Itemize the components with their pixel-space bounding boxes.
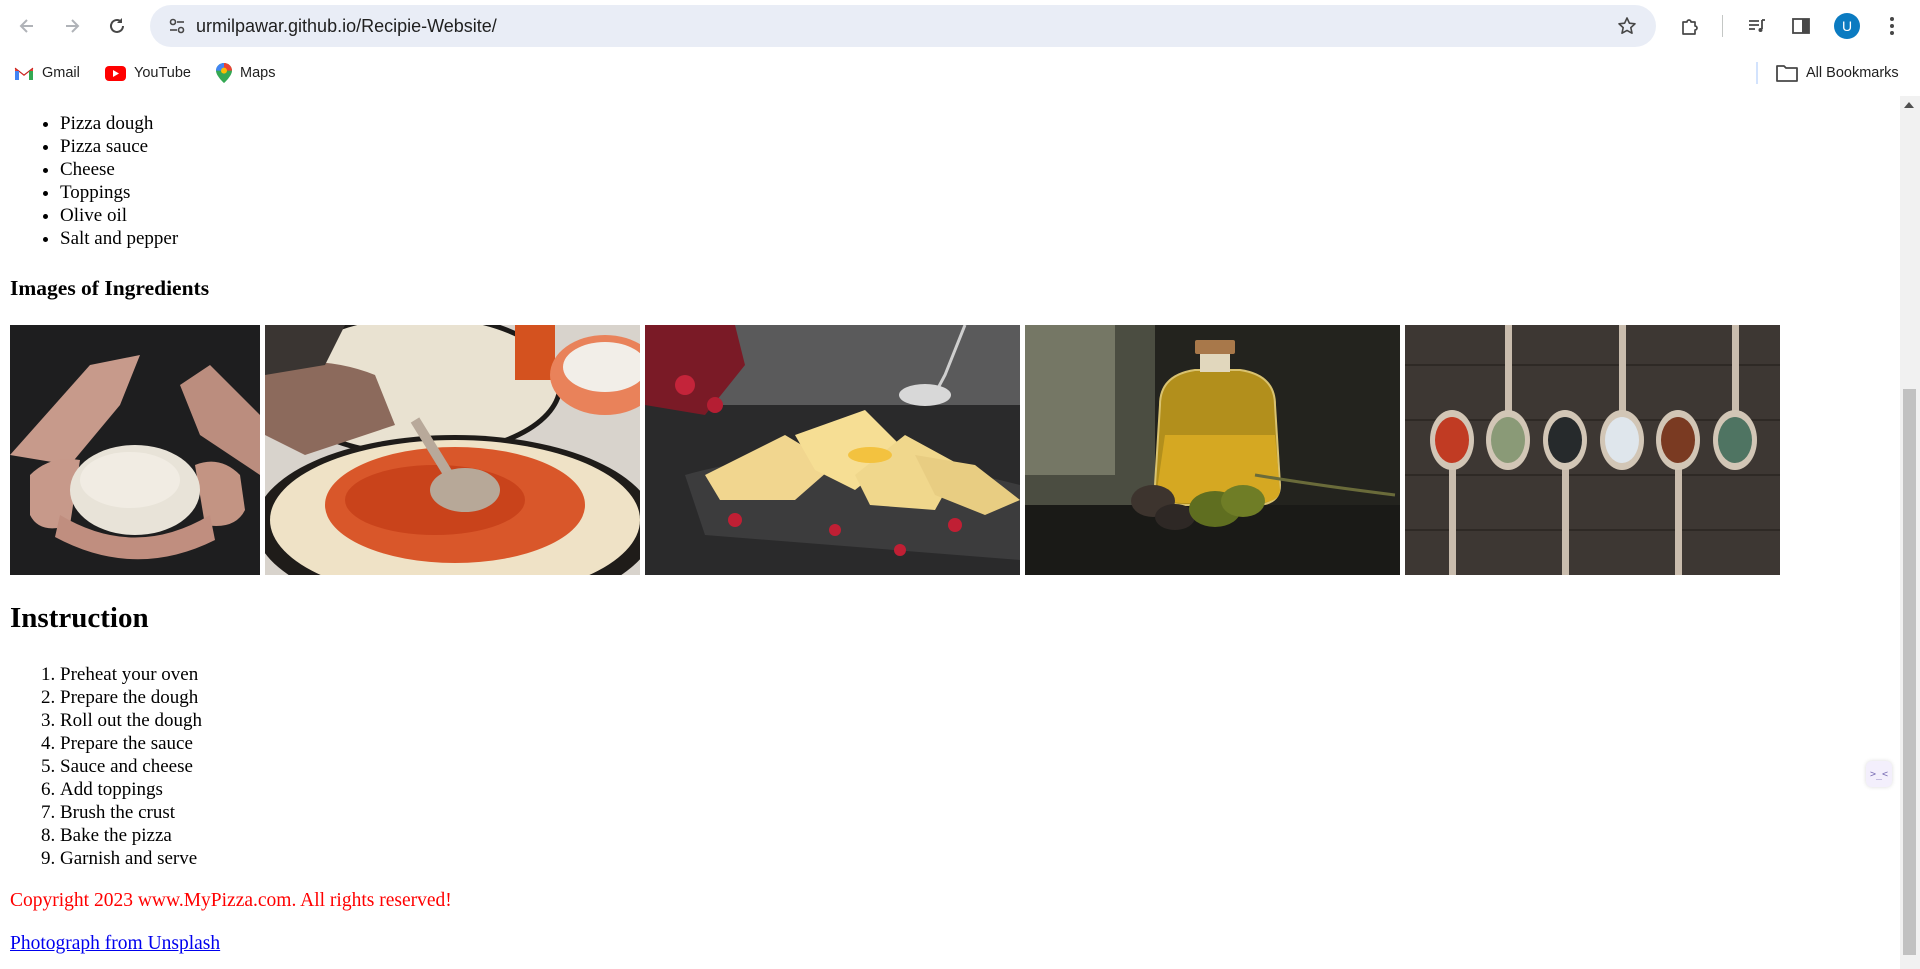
scroll-up-arrow-icon[interactable]: [1904, 102, 1914, 108]
instruction-heading: Instruction: [10, 602, 149, 634]
side-panel-icon: [1792, 18, 1810, 34]
all-bookmarks-label: All Bookmarks: [1806, 65, 1899, 81]
list-item: Olive oil: [60, 204, 178, 227]
list-item: Add toppings: [60, 778, 202, 801]
unsplash-credit-link[interactable]: Photograph from Unsplash: [10, 933, 220, 955]
profile-avatar[interactable]: U: [1834, 13, 1860, 39]
more-vert-icon: [1890, 17, 1894, 35]
bookmark-maps[interactable]: Maps: [216, 62, 275, 84]
bookmark-gmail-label: Gmail: [42, 65, 80, 81]
spices-photo: [1405, 325, 1780, 575]
floating-widget-icon[interactable]: >_<: [1866, 761, 1892, 787]
maps-icon: [216, 63, 232, 83]
pizza-sauce-photo: [265, 325, 640, 575]
star-icon: [1618, 17, 1636, 34]
forward-button[interactable]: [55, 9, 89, 43]
bookmark-star-button[interactable]: [1610, 9, 1644, 43]
media-controls-button[interactable]: [1740, 9, 1774, 43]
list-item: Cheese: [60, 158, 178, 181]
youtube-icon: [105, 65, 126, 81]
bookmarks-divider: [1756, 62, 1758, 84]
list-item: Prepare the sauce: [60, 732, 202, 755]
page-viewport: Pizza dough Pizza sauce Cheese Toppings …: [0, 96, 1900, 969]
list-item: Pizza sauce: [60, 135, 178, 158]
images-heading: Images of Ingredients: [10, 276, 210, 300]
list-item: Toppings: [60, 181, 178, 204]
extensions-button[interactable]: [1673, 9, 1707, 43]
scrollbar-thumb[interactable]: [1903, 389, 1916, 955]
olive-oil-photo: [1025, 325, 1400, 575]
list-item: Bake the pizza: [60, 824, 202, 847]
list-item: Salt and pepper: [60, 227, 178, 250]
tune-icon: [169, 18, 185, 34]
address-bar[interactable]: urmilpawar.github.io/Recipie-Website/: [150, 5, 1656, 47]
arrow-right-icon: [66, 19, 80, 33]
reload-button[interactable]: [100, 9, 134, 43]
list-item: Brush the crust: [60, 801, 202, 824]
url-text[interactable]: urmilpawar.github.io/Recipie-Website/: [196, 16, 497, 37]
instruction-steps: Preheat your oven Prepare the dough Roll…: [60, 663, 202, 870]
back-button[interactable]: [10, 9, 44, 43]
all-bookmarks-button[interactable]: All Bookmarks: [1776, 62, 1899, 84]
list-item: Roll out the dough: [60, 709, 202, 732]
puzzle-icon: [1682, 19, 1698, 35]
list-item: Garnish and serve: [60, 847, 202, 870]
arrow-left-icon: [19, 19, 33, 33]
copyright-text: Copyright 2023 www.MyPizza.com. All righ…: [10, 890, 452, 911]
bookmark-maps-label: Maps: [240, 65, 276, 81]
side-panel-button[interactable]: [1784, 9, 1818, 43]
vertical-scrollbar[interactable]: [1900, 96, 1920, 969]
folder-icon: [1776, 65, 1798, 82]
reload-icon: [110, 18, 124, 33]
queue-music-icon: [1749, 19, 1765, 32]
bookmark-youtube-label: YouTube: [134, 65, 191, 81]
browser-toolbar: urmilpawar.github.io/Recipie-Website/ U: [0, 0, 1920, 50]
list-item: Sauce and cheese: [60, 755, 202, 778]
cheese-photo: [645, 325, 1020, 575]
site-info-button[interactable]: [160, 9, 194, 43]
menu-button[interactable]: [1875, 9, 1909, 43]
ingredients-list: Pizza dough Pizza sauce Cheese Toppings …: [60, 112, 178, 250]
gmail-icon: [14, 67, 34, 80]
toolbar-divider: [1722, 15, 1723, 37]
list-item: Pizza dough: [60, 112, 178, 135]
list-item: Prepare the dough: [60, 686, 202, 709]
bookmark-gmail[interactable]: Gmail: [14, 62, 80, 84]
bookmark-youtube[interactable]: YouTube: [105, 62, 191, 84]
list-item: Preheat your oven: [60, 663, 202, 686]
pizza-dough-photo: [10, 325, 260, 575]
